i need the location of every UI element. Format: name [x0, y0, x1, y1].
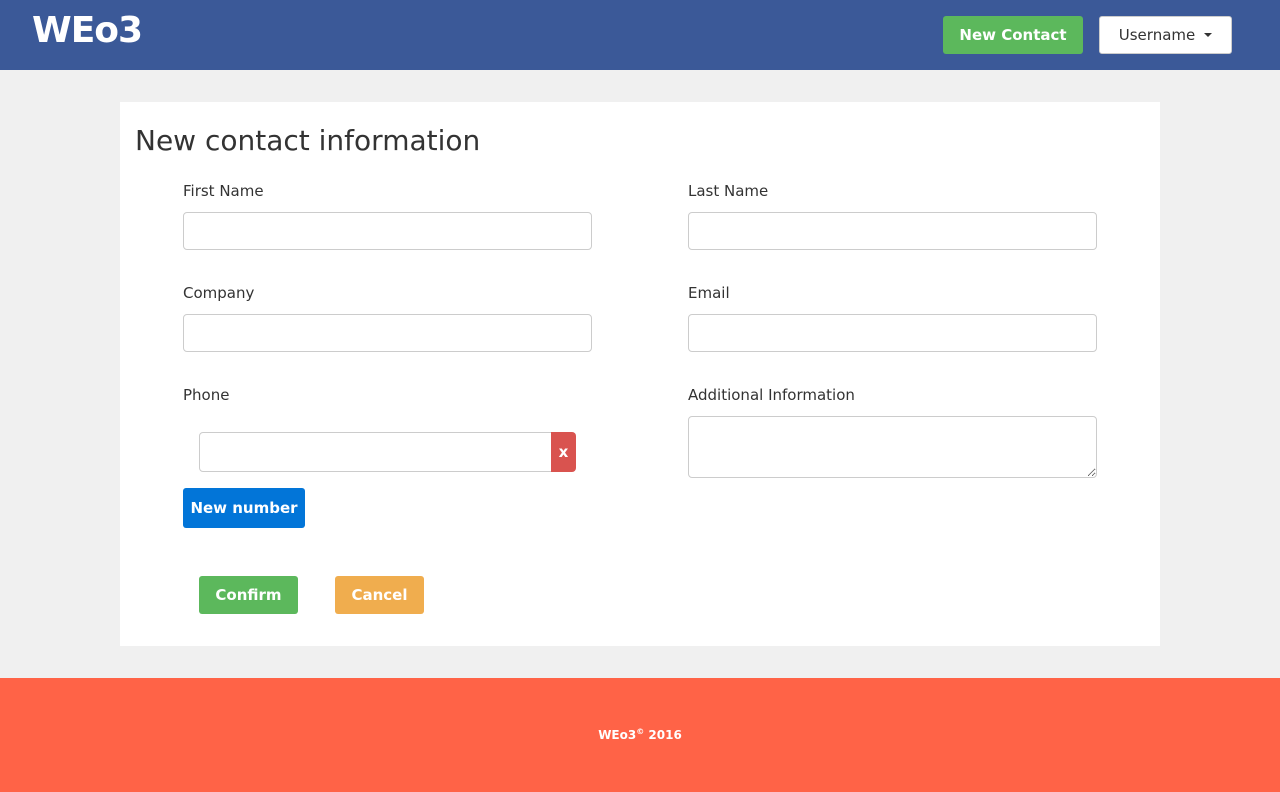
brand-logo[interactable]: WEo3	[32, 10, 143, 51]
additional-info-textarea[interactable]	[688, 416, 1097, 478]
company-label: Company	[183, 284, 255, 302]
caret-down-icon	[1204, 33, 1213, 37]
footer-brand: WEo3	[598, 728, 637, 742]
footer-copyright: WEo3© 2016	[0, 727, 1280, 742]
phone-input[interactable]	[199, 432, 552, 472]
cancel-button[interactable]: Cancel	[335, 576, 424, 614]
remove-phone-button[interactable]: x	[551, 432, 576, 472]
last-name-input[interactable]	[688, 212, 1097, 250]
new-contact-button[interactable]: New Contact	[943, 16, 1083, 54]
phone-label: Phone	[183, 386, 230, 404]
page-title: New contact information	[135, 124, 481, 157]
first-name-input[interactable]	[183, 212, 592, 250]
footer-year: 2016	[648, 728, 682, 742]
last-name-label: Last Name	[688, 182, 769, 200]
user-menu-button[interactable]: Username	[1099, 16, 1232, 54]
first-name-label: First Name	[183, 182, 264, 200]
copyright-symbol: ©	[636, 727, 645, 736]
user-menu-label: Username	[1118, 26, 1196, 44]
confirm-button[interactable]: Confirm	[199, 576, 298, 614]
email-label: Email	[688, 284, 730, 302]
top-navbar: WEo3 New Contact Username	[0, 0, 1280, 70]
additional-info-label: Additional Information	[688, 386, 855, 404]
contact-form-panel: New contact information First Name Last …	[120, 102, 1160, 646]
footer: WEo3© 2016	[0, 678, 1280, 792]
company-input[interactable]	[183, 314, 592, 352]
email-input[interactable]	[688, 314, 1097, 352]
new-number-button[interactable]: New number	[183, 488, 305, 528]
